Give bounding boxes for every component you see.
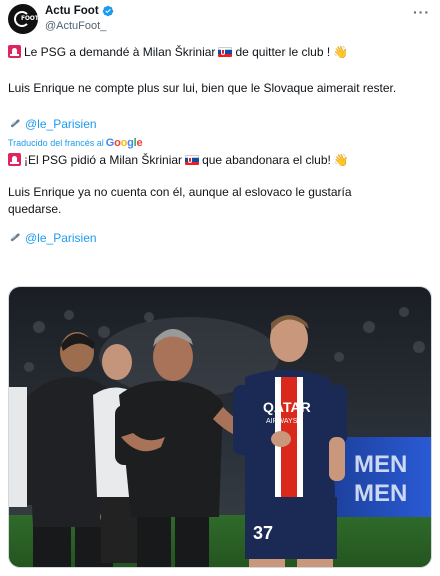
siren-icon xyxy=(8,45,21,58)
author-handle[interactable]: @ActuFoot_ xyxy=(45,20,106,32)
photo-illustration: MEN MEN QATAR AIRWAYS 37 xyxy=(9,287,431,567)
tweet-header: FOOT Actu Foot @ActuFoot_ ··· xyxy=(8,4,432,36)
tweet-source: @le_Parisien xyxy=(8,116,432,133)
translated-text-line2: Luis Enrique ya no cuenta con él, aunque… xyxy=(8,185,352,216)
shirt-sponsor: QATAR xyxy=(263,399,311,415)
translation-line1-text: ¡El PSG pidió a Milan Škriniar xyxy=(24,153,183,167)
translated-source: @le_Parisien xyxy=(8,230,432,247)
translated-source-mention-link[interactable]: @le_Parisien xyxy=(25,231,97,245)
board-text-1: MEN xyxy=(354,451,407,478)
paperclip-icon xyxy=(10,233,20,242)
translated-text-line1: ¡El PSG pidió a Milan Škriniar que abando… xyxy=(8,152,432,169)
author-name-row[interactable]: Actu Foot xyxy=(45,5,114,17)
translation-label: Traducido del francés al xyxy=(8,138,104,148)
shirt-number: 37 xyxy=(253,523,273,543)
source-mention-link[interactable]: @le_Parisien xyxy=(25,117,97,131)
tweet-card[interactable]: FOOT Actu Foot @ActuFoot_ ··· Le PSG a d… xyxy=(0,0,440,576)
paperclip-icon xyxy=(10,119,20,128)
waving-hand-icon: 👋 xyxy=(333,153,349,167)
tweet-text-line2: Luis Enrique ne compte plus sur lui, bie… xyxy=(8,81,397,95)
shirt-sponsor-sub: AIRWAYS xyxy=(266,418,298,425)
translation-line1-tail: que abandonara el club! xyxy=(202,153,331,167)
verified-badge-icon xyxy=(102,5,113,17)
tweet-text-line1: Le PSG a demandé à Milan Škriniar de quit… xyxy=(8,44,432,61)
avatar[interactable]: FOOT xyxy=(8,4,39,34)
original-line1-text: Le PSG a demandé à Milan Škriniar xyxy=(24,45,216,59)
slovakia-flag-icon xyxy=(185,155,200,165)
waving-hand-icon: 👋 xyxy=(333,45,349,59)
author-display-name[interactable]: Actu Foot xyxy=(45,5,99,17)
translation-notice[interactable]: Traducido del francés al Google xyxy=(8,137,143,149)
avatar-text: FOOT xyxy=(21,15,39,22)
board-text-2: MEN xyxy=(354,480,407,507)
tweet-photo[interactable]: MEN MEN QATAR AIRWAYS 37 xyxy=(8,286,432,568)
more-options-icon[interactable]: ··· xyxy=(413,4,430,20)
siren-icon xyxy=(8,153,21,166)
slovakia-flag-icon xyxy=(218,47,233,57)
google-logo: Google xyxy=(105,137,143,149)
original-line1-tail: de quitter le club ! xyxy=(235,45,331,59)
